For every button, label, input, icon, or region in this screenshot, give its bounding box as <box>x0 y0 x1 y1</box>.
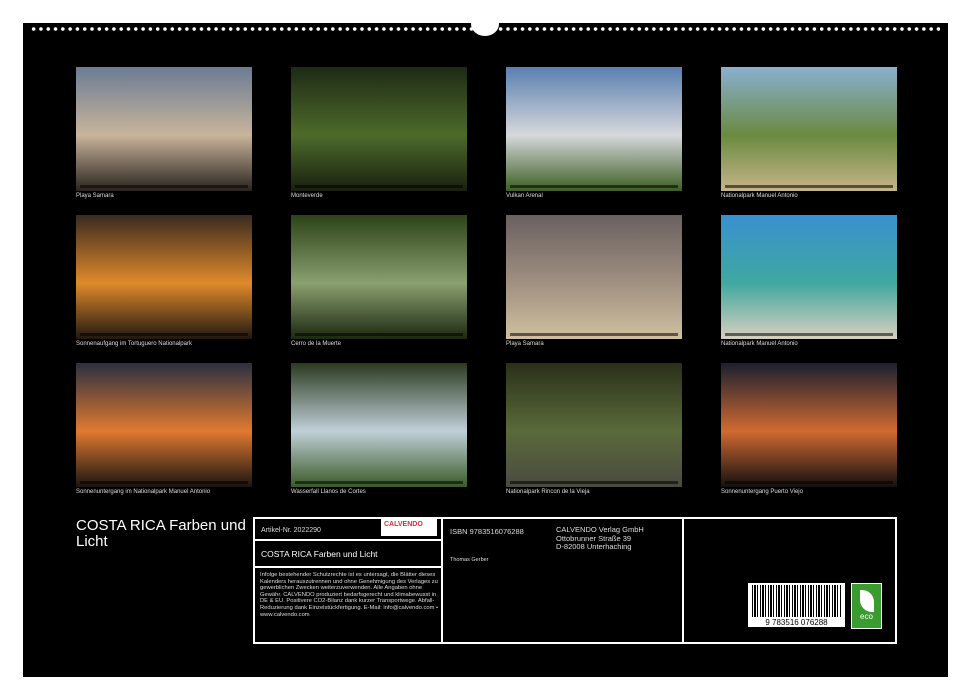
barcode: 9 783516 076288 <box>748 583 845 627</box>
photo-caption: Playa Samara <box>76 193 114 199</box>
month-strip <box>510 481 678 484</box>
author: Thomas Gerber <box>450 557 489 563</box>
month-strip <box>725 333 893 336</box>
legal-text: Infolge bestehender Schutzrechte ist es … <box>260 572 440 618</box>
month-strip <box>80 481 248 484</box>
photo-caption: Nationalpark Manuel Antonio <box>721 193 798 199</box>
photo-10 <box>291 363 467 487</box>
month-strip <box>80 333 248 336</box>
photo-7 <box>506 215 682 339</box>
photo-9 <box>76 363 252 487</box>
photo-caption: Nationalpark Manuel Antonio <box>721 341 798 347</box>
month-strip <box>80 185 248 188</box>
photo-8 <box>721 215 897 339</box>
month-strip <box>295 185 463 188</box>
barcode-bars <box>752 585 841 617</box>
photo-1 <box>76 67 252 191</box>
photo-11 <box>506 363 682 487</box>
publisher-address: CALVENDO Verlag GmbH Ottobrunner Straße … <box>556 526 644 552</box>
month-strip <box>510 333 678 336</box>
photo-4 <box>721 67 897 191</box>
photo-2 <box>291 67 467 191</box>
photo-caption: Wasserfall Llanos de Cortes <box>291 489 366 495</box>
month-strip <box>510 185 678 188</box>
product-title: COSTA RICA Farben und Licht <box>261 549 378 559</box>
isbn: ISBN 9783516076288 <box>450 527 524 536</box>
eco-leaf-icon: eco <box>851 583 882 629</box>
photo-12 <box>721 363 897 487</box>
eco-label: eco <box>852 612 881 621</box>
photo-6 <box>291 215 467 339</box>
photo-caption: Playa Samara <box>506 341 544 347</box>
photo-caption: Sonnenuntergang im Nationalpark Manuel A… <box>76 489 210 495</box>
article-number: Artikel-Nr. 2022290 <box>261 527 321 534</box>
hanger-notch <box>471 12 499 36</box>
photo-5 <box>76 215 252 339</box>
month-strip <box>725 481 893 484</box>
photo-caption: Vulkan Arenal <box>506 193 543 199</box>
month-strip <box>295 481 463 484</box>
month-strip <box>725 185 893 188</box>
photo-caption: Cerro de la Muerte <box>291 341 341 347</box>
barcode-number: 9 783516 076288 <box>748 618 845 627</box>
publisher-city: D-82008 Unterhaching <box>556 543 644 552</box>
calvendo-logo: CALVENDO <box>381 519 437 536</box>
calendar-title: COSTA RICA Farben und Licht <box>76 518 246 550</box>
photo-caption: Sonnenuntergang Puerto Viejo <box>721 489 803 495</box>
month-strip <box>295 333 463 336</box>
photo-3 <box>506 67 682 191</box>
photo-caption: Nationalpark Rincon de la Vieja <box>506 489 590 495</box>
photo-caption: Sonnenaufgang im Tortuguero Nationalpark <box>76 341 192 347</box>
photo-caption: Monteverde <box>291 193 323 199</box>
